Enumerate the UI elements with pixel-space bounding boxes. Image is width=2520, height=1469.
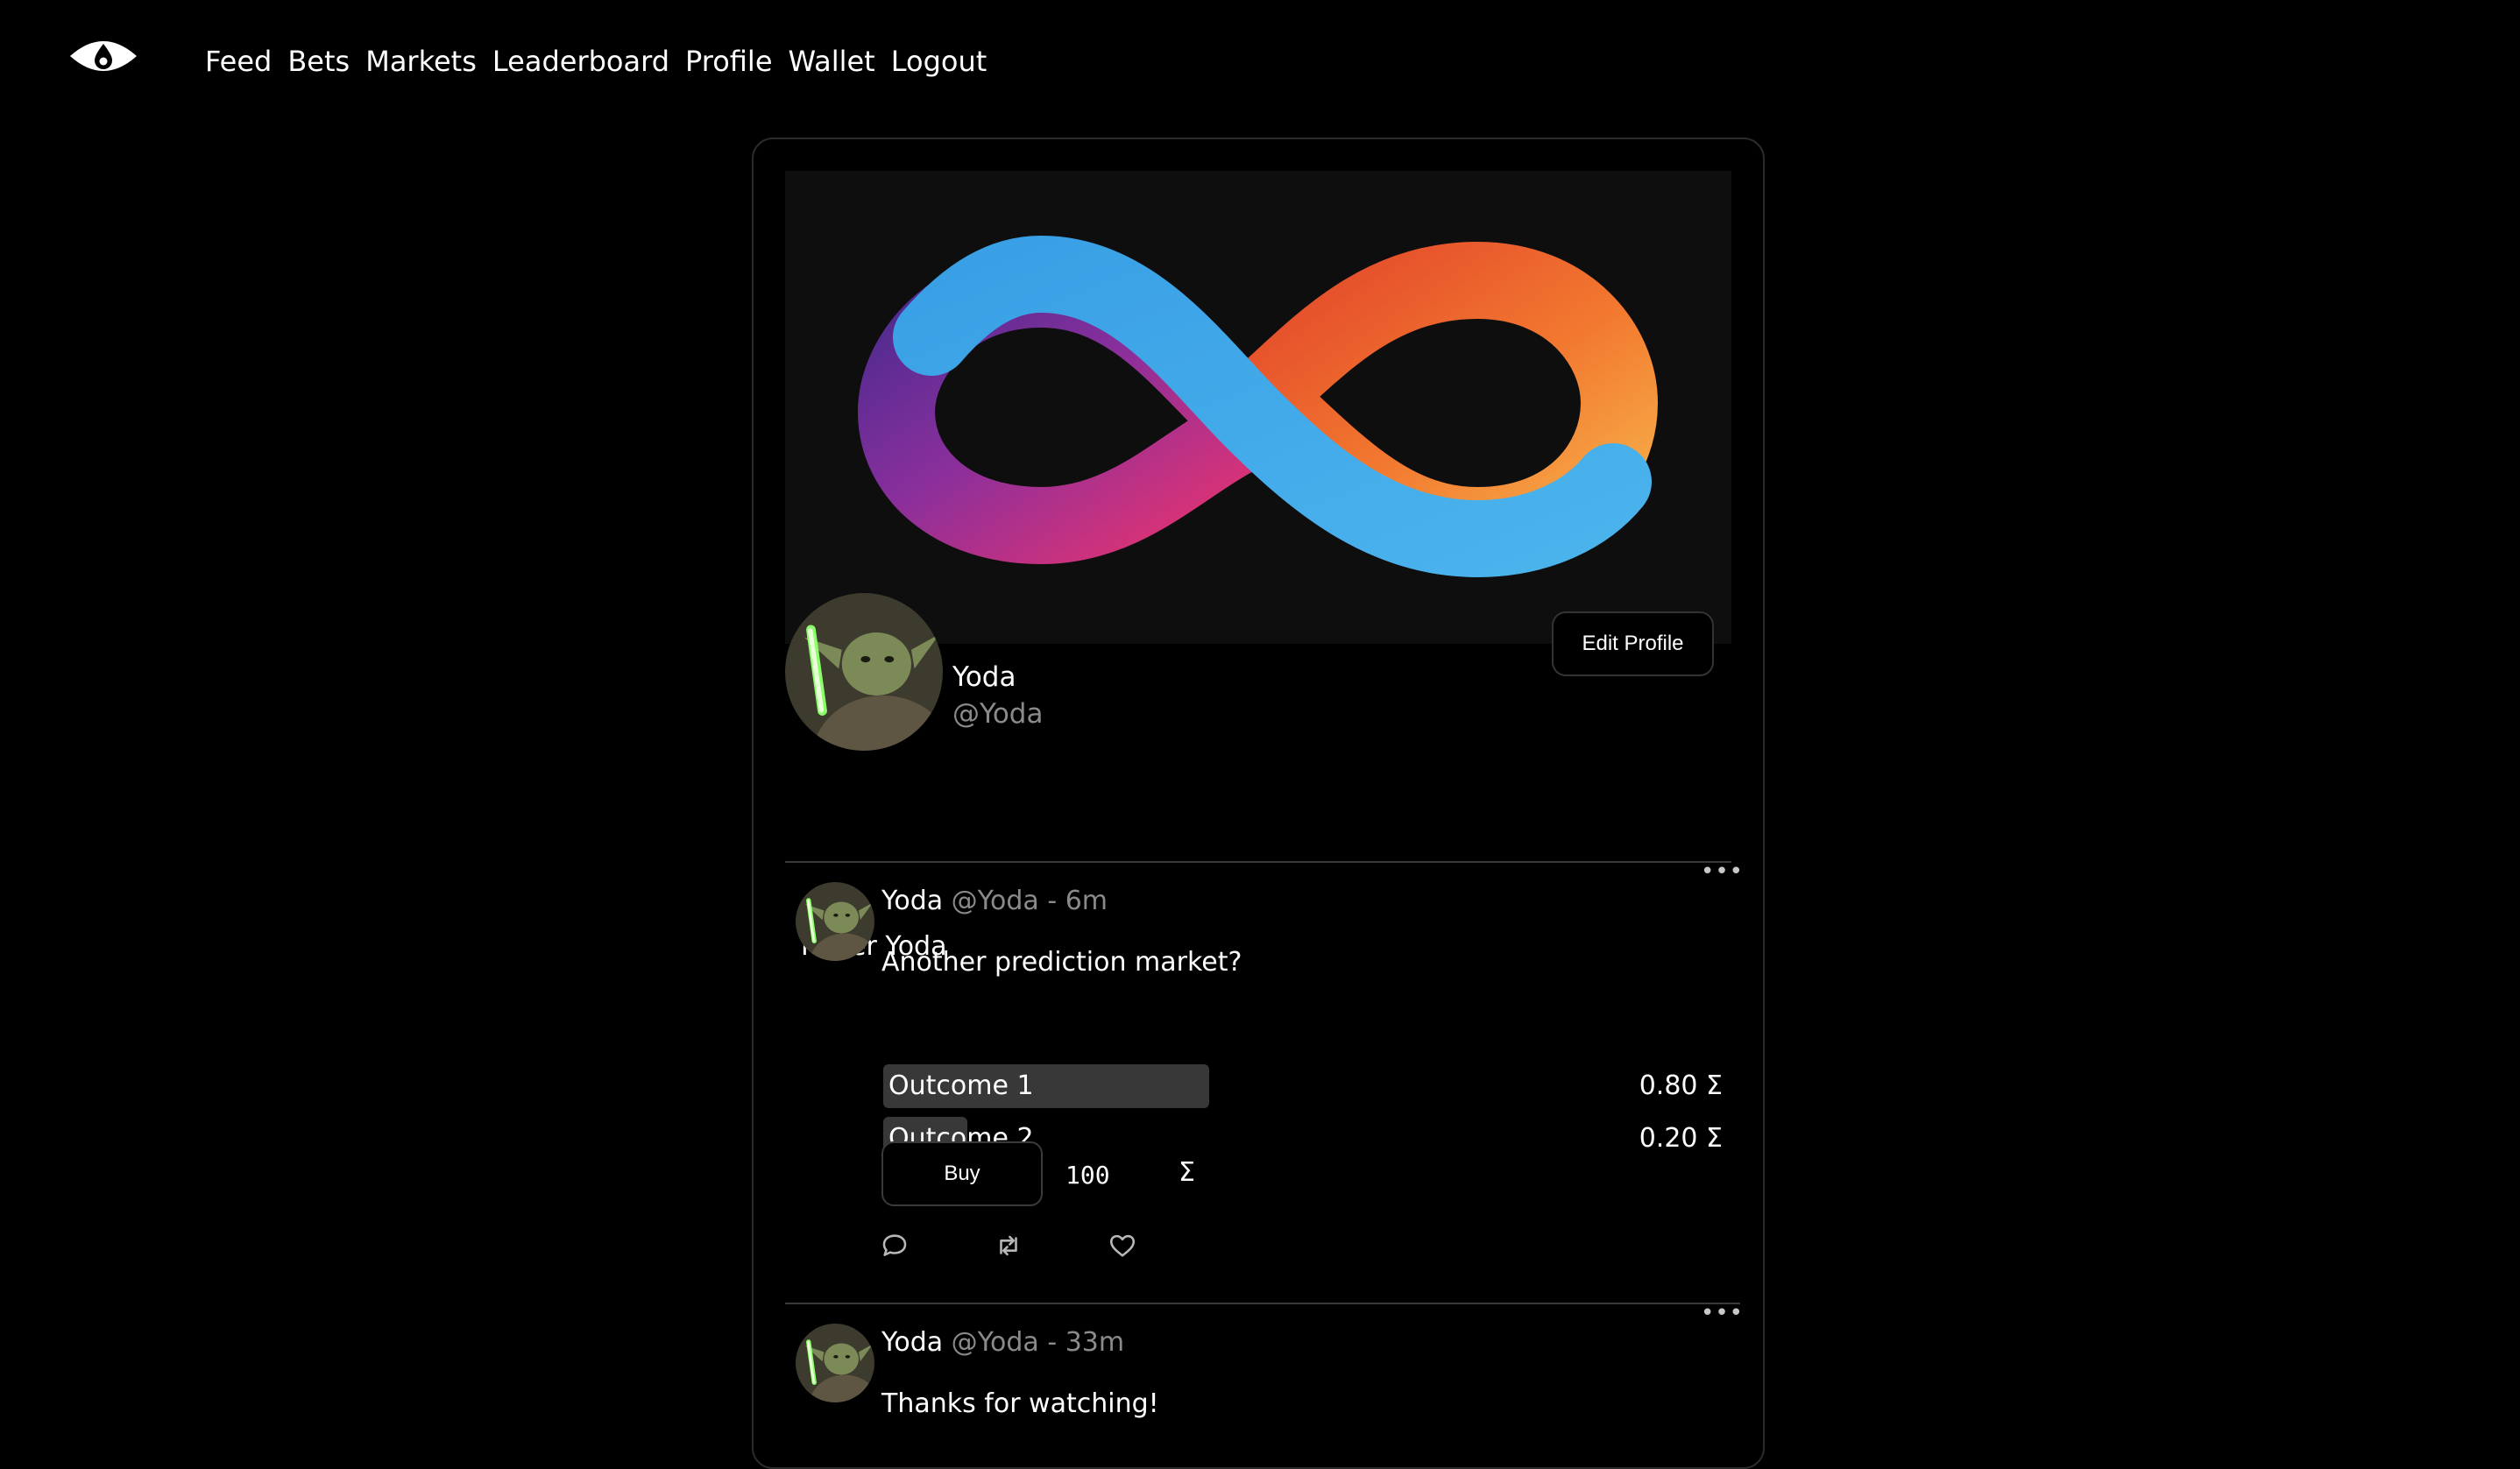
nav-feed[interactable]: Feed <box>205 39 272 84</box>
edit-profile-button[interactable]: Edit Profile <box>1552 611 1714 676</box>
post-separator: - <box>1047 886 1058 916</box>
currency-symbol: Σ <box>1179 1157 1195 1188</box>
yoda-avatar-icon <box>796 1324 874 1402</box>
logo-eye-icon[interactable] <box>68 33 138 79</box>
comment-icon[interactable] <box>880 1231 910 1261</box>
nav-leaderboard[interactable]: Leaderboard <box>492 39 669 84</box>
yoda-avatar-icon <box>785 593 943 751</box>
post-item: ••• Yoda @Yoda - 6m Another prediction m… <box>785 860 1743 1301</box>
post-time: 6m <box>1065 886 1108 916</box>
yoda-avatar-icon <box>796 882 874 961</box>
post-time: 33m <box>1065 1327 1125 1358</box>
post-more-ellipsis-icon[interactable]: ••• <box>1701 860 1744 883</box>
post-header: Yoda @Yoda - 33m <box>881 1324 1124 1362</box>
outcome-price: 0.80 Σ <box>1639 1070 1723 1101</box>
post-separator: - <box>1047 1327 1058 1358</box>
post-more-ellipsis-icon[interactable]: ••• <box>1701 1302 1744 1324</box>
post-author-handle[interactable]: @Yoda <box>952 886 1039 916</box>
post-author-handle[interactable]: @Yoda <box>952 1327 1039 1358</box>
post-author-name[interactable]: Yoda <box>881 886 943 916</box>
post-author-name[interactable]: Yoda <box>881 1327 943 1358</box>
profile-banner <box>785 171 1731 644</box>
profile-card: Yoda @Yoda Edit Profile Mater Yoda ••• Y… <box>752 138 1765 1469</box>
buy-button[interactable]: Buy <box>881 1141 1043 1206</box>
nav-logout[interactable]: Logout <box>891 39 987 84</box>
post-actions <box>880 1231 1137 1261</box>
nav-profile[interactable]: Profile <box>685 39 773 84</box>
post-avatar[interactable] <box>796 882 874 961</box>
outcome-label[interactable]: Outcome 1 <box>888 1064 1034 1108</box>
nav-bets[interactable]: Bets <box>287 39 350 84</box>
post-avatar[interactable] <box>796 1324 874 1402</box>
outcome-price: 0.20 Σ <box>1639 1123 1723 1154</box>
repost-icon[interactable] <box>994 1231 1023 1261</box>
bet-amount-input[interactable] <box>1064 1150 1151 1199</box>
heart-icon[interactable] <box>1108 1231 1137 1261</box>
post-header: Yoda @Yoda - 6m <box>881 882 1108 921</box>
post-text: Another prediction market? <box>881 947 1242 978</box>
profile-avatar[interactable] <box>785 593 943 751</box>
nav-markets[interactable]: Markets <box>365 39 477 84</box>
nav-wallet[interactable]: Wallet <box>789 39 875 84</box>
profile-handle: @Yoda <box>952 698 1044 730</box>
infinity-logo-icon <box>857 235 1659 578</box>
post-text: Thanks for watching! <box>881 1388 1159 1419</box>
main-nav: Feed Bets Markets Leaderboard Profile Wa… <box>205 39 987 84</box>
post-item: ••• Yoda @Yoda - 33m Thanks for watching… <box>785 1302 1743 1467</box>
profile-display-name: Yoda <box>952 661 1016 693</box>
